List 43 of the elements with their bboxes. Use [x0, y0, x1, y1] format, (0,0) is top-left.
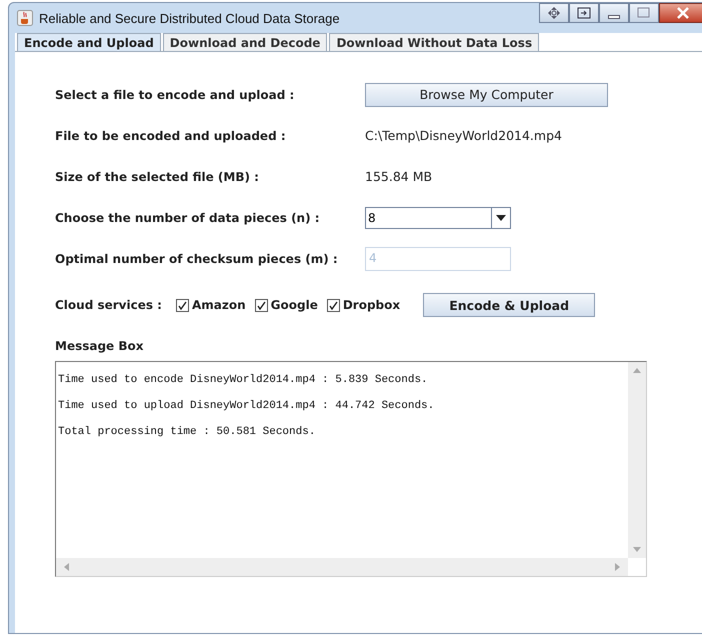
- minimize-button[interactable]: [599, 3, 629, 23]
- pieces-dropdown[interactable]: 8: [365, 206, 511, 228]
- message-line: Time used to encode DisneyWorld2014.mp4 : 5.839 Seconds.: [58, 374, 429, 388]
- service-checkbox[interactable]: Amazon: [176, 298, 246, 312]
- field-label: Choose the number of data pieces (n) :: [55, 210, 321, 224]
- checkmark-icon: [178, 300, 187, 310]
- scroll-left-icon[interactable]: [64, 563, 69, 571]
- maximize-button[interactable]: [629, 3, 659, 23]
- tab[interactable]: Download Without Data Loss: [329, 33, 540, 51]
- close-icon: [676, 7, 690, 19]
- move-button[interactable]: [539, 3, 569, 23]
- move-icon: [547, 6, 561, 20]
- checkmark-icon: [328, 300, 338, 310]
- file-size: 155.84 MB: [365, 169, 434, 184]
- field-label: Select a file to encode and upload :: [55, 88, 296, 102]
- message-line: Time used to upload DisneyWorld2014.mp4 : 44.742 Seconds.: [58, 400, 436, 414]
- maximize-icon: [637, 7, 651, 19]
- vertical-scrollbar[interactable]: [628, 362, 646, 558]
- file-path: C:\Temp\DisneyWorld2014.mp4: [365, 128, 563, 143]
- encode-upload-button[interactable]: Encode & Upload: [423, 293, 596, 317]
- minimize-icon: [608, 15, 620, 19]
- tab[interactable]: Encode and Upload: [17, 33, 161, 51]
- close-button[interactable]: [659, 3, 702, 23]
- horizontal-scrollbar[interactable]: [56, 558, 628, 576]
- scroll-right-icon[interactable]: [615, 563, 620, 571]
- service-checkbox[interactable]: Dropbox: [326, 298, 400, 312]
- message-line: Total processing time : 50.581 Seconds.: [58, 426, 316, 440]
- tab[interactable]: Download and Decode: [162, 33, 328, 51]
- field-label: Optimal number of checksum pieces (m) :: [55, 252, 339, 266]
- service-checkbox[interactable]: Google: [254, 298, 318, 312]
- dropdown-arrow-icon: [496, 214, 506, 220]
- checkmark-icon: [256, 300, 266, 310]
- coffee-cup-icon: [17, 10, 33, 26]
- scroll-up-icon[interactable]: [633, 368, 641, 373]
- browse-button[interactable]: Browse My Computer: [365, 82, 608, 106]
- field-label: File to be encoded and uploaded :: [55, 128, 287, 142]
- arrow-into-window-icon: [577, 7, 591, 19]
- cloud-services-label: Cloud services :: [55, 298, 162, 312]
- window-title: Reliable and Secure Distributed Cloud Data Storage: [39, 10, 340, 26]
- scroll-down-icon[interactable]: [633, 547, 641, 552]
- restore-button[interactable]: [569, 3, 599, 23]
- message-box-title: Message Box: [55, 339, 144, 353]
- field-label: Size of the selected file (MB) :: [55, 170, 260, 184]
